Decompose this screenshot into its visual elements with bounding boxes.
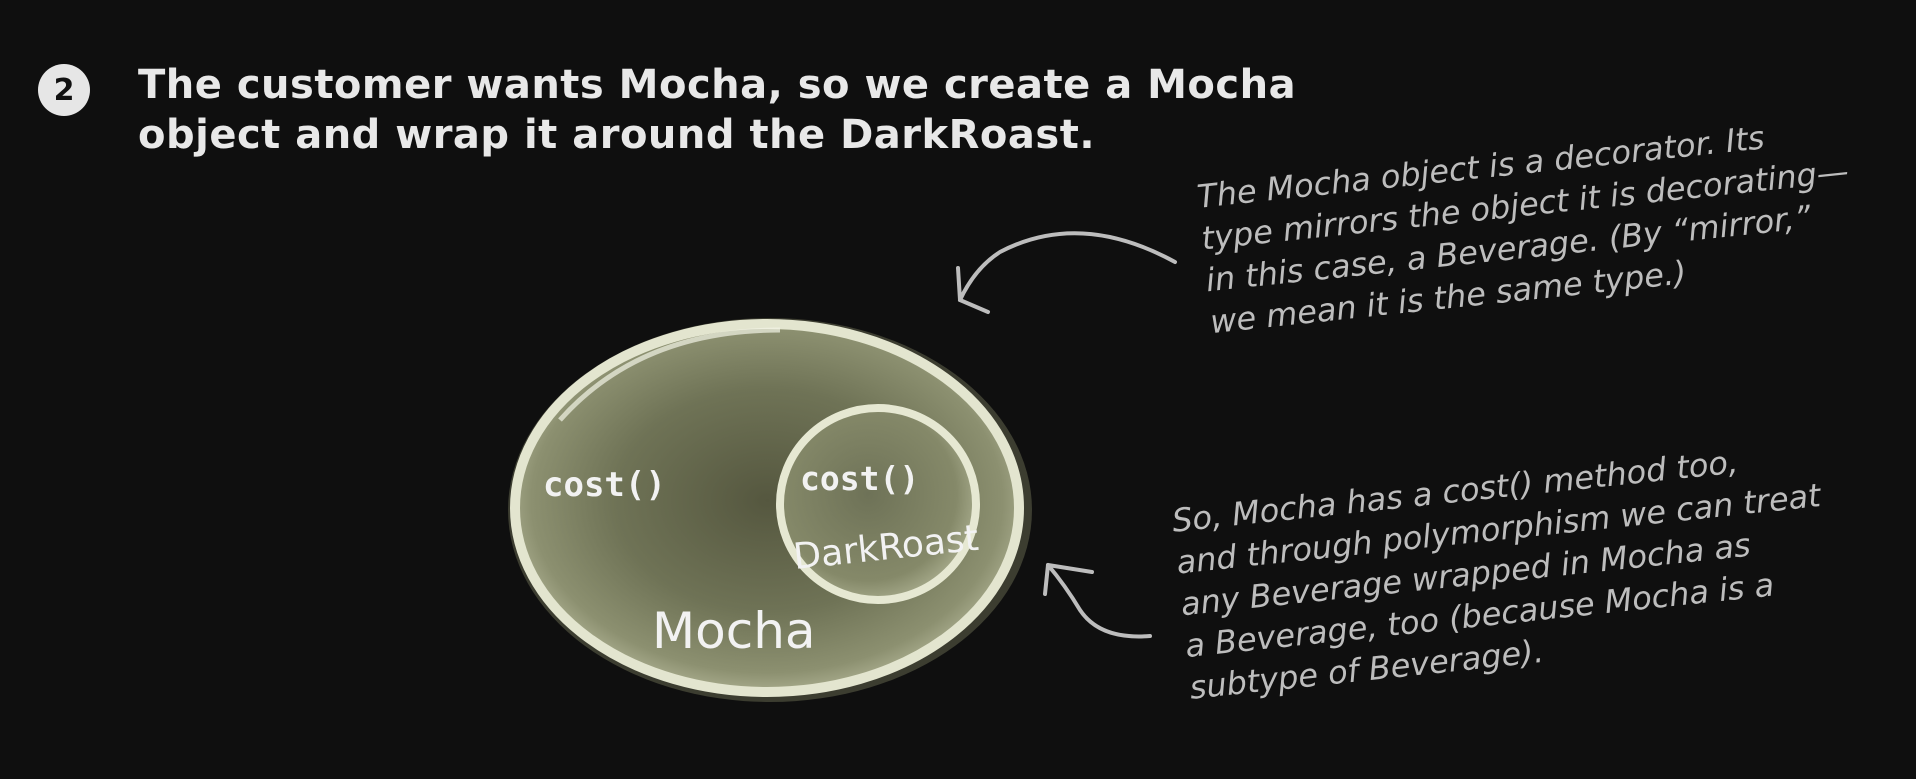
arrow-to-mocha-icon bbox=[956, 231, 1177, 314]
mocha-cost-method: cost() bbox=[543, 465, 666, 505]
darkroast-object: cost() DarkRoast bbox=[776, 404, 980, 604]
darkroast-cost-method: cost() bbox=[800, 459, 919, 498]
mocha-name-label: Mocha bbox=[652, 602, 816, 660]
arrow-to-mocha-rim-icon bbox=[1043, 563, 1152, 639]
